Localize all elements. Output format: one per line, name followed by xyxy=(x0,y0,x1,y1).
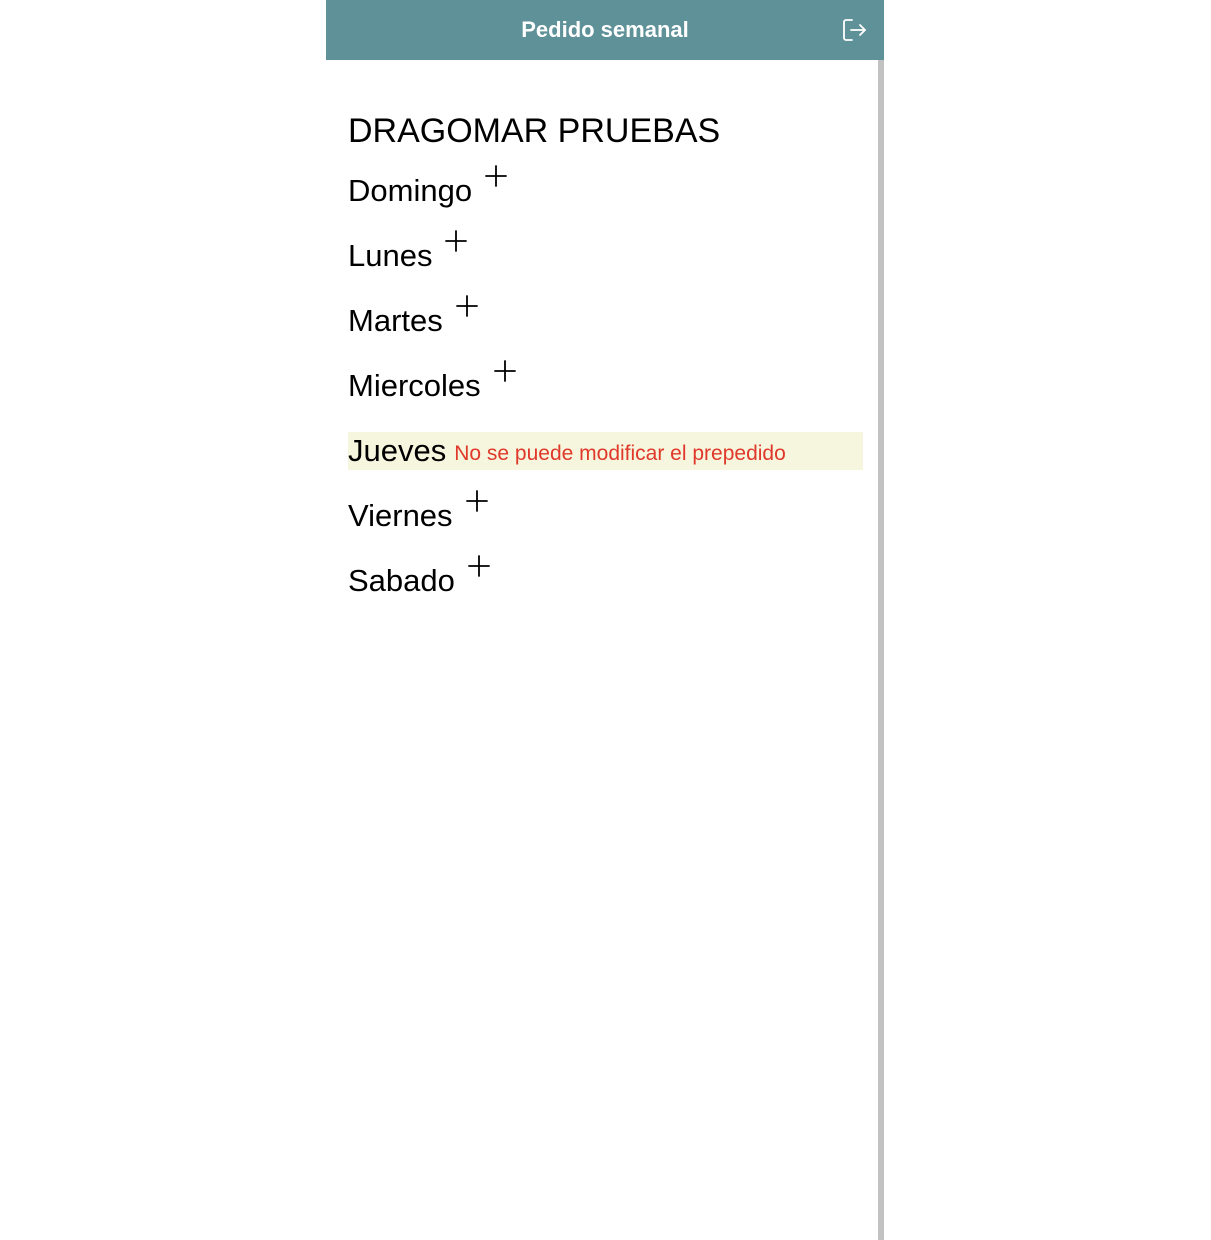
day-row-miercoles: Miercoles xyxy=(348,360,863,432)
day-list: Domingo Lunes Martes Miercoles Jueves No… xyxy=(348,165,863,627)
day-label: Viernes xyxy=(348,498,453,533)
plus-icon xyxy=(485,165,507,187)
day-row-viernes: Viernes xyxy=(348,490,863,562)
plus-icon xyxy=(445,230,468,252)
logout-button[interactable] xyxy=(840,16,868,44)
day-label: Domingo xyxy=(348,173,473,208)
logout-icon xyxy=(843,19,866,41)
plus-icon xyxy=(467,555,490,577)
day-label: Jueves xyxy=(348,433,447,468)
day-label: Martes xyxy=(348,303,443,338)
add-sabado-button[interactable] xyxy=(467,554,491,578)
day-label: Miercoles xyxy=(348,368,481,403)
top-bar: Pedido semanal xyxy=(326,0,884,60)
add-domingo-button[interactable] xyxy=(484,164,508,188)
scrollbar[interactable] xyxy=(878,60,884,1240)
add-martes-button[interactable] xyxy=(455,294,479,318)
day-row-sabado: Sabado xyxy=(348,555,863,627)
add-lunes-button[interactable] xyxy=(444,229,468,253)
plus-icon xyxy=(455,295,478,317)
add-viernes-button[interactable] xyxy=(465,489,489,513)
add-miercoles-button[interactable] xyxy=(493,359,517,383)
day-row-lunes: Lunes xyxy=(348,230,863,302)
page-title: Pedido semanal xyxy=(521,17,689,42)
day-label: Lunes xyxy=(348,238,433,273)
day-row-domingo: Domingo xyxy=(348,165,863,237)
company-name: DRAGOMAR PRUEBAS xyxy=(348,112,721,150)
locked-warning: No se puede modificar el prepedido xyxy=(454,442,786,465)
day-row-jueves: Jueves No se puede modificar el prepedid… xyxy=(348,432,863,497)
day-label: Sabado xyxy=(348,563,455,598)
app-screen: Pedido semanal DRAGOMAR PRUEBAS Domingo xyxy=(326,0,884,1240)
day-row-martes: Martes xyxy=(348,295,863,367)
plus-icon xyxy=(493,360,516,382)
plus-icon xyxy=(465,490,488,512)
main-content: DRAGOMAR PRUEBAS Domingo Lunes Martes Mi… xyxy=(348,108,863,627)
